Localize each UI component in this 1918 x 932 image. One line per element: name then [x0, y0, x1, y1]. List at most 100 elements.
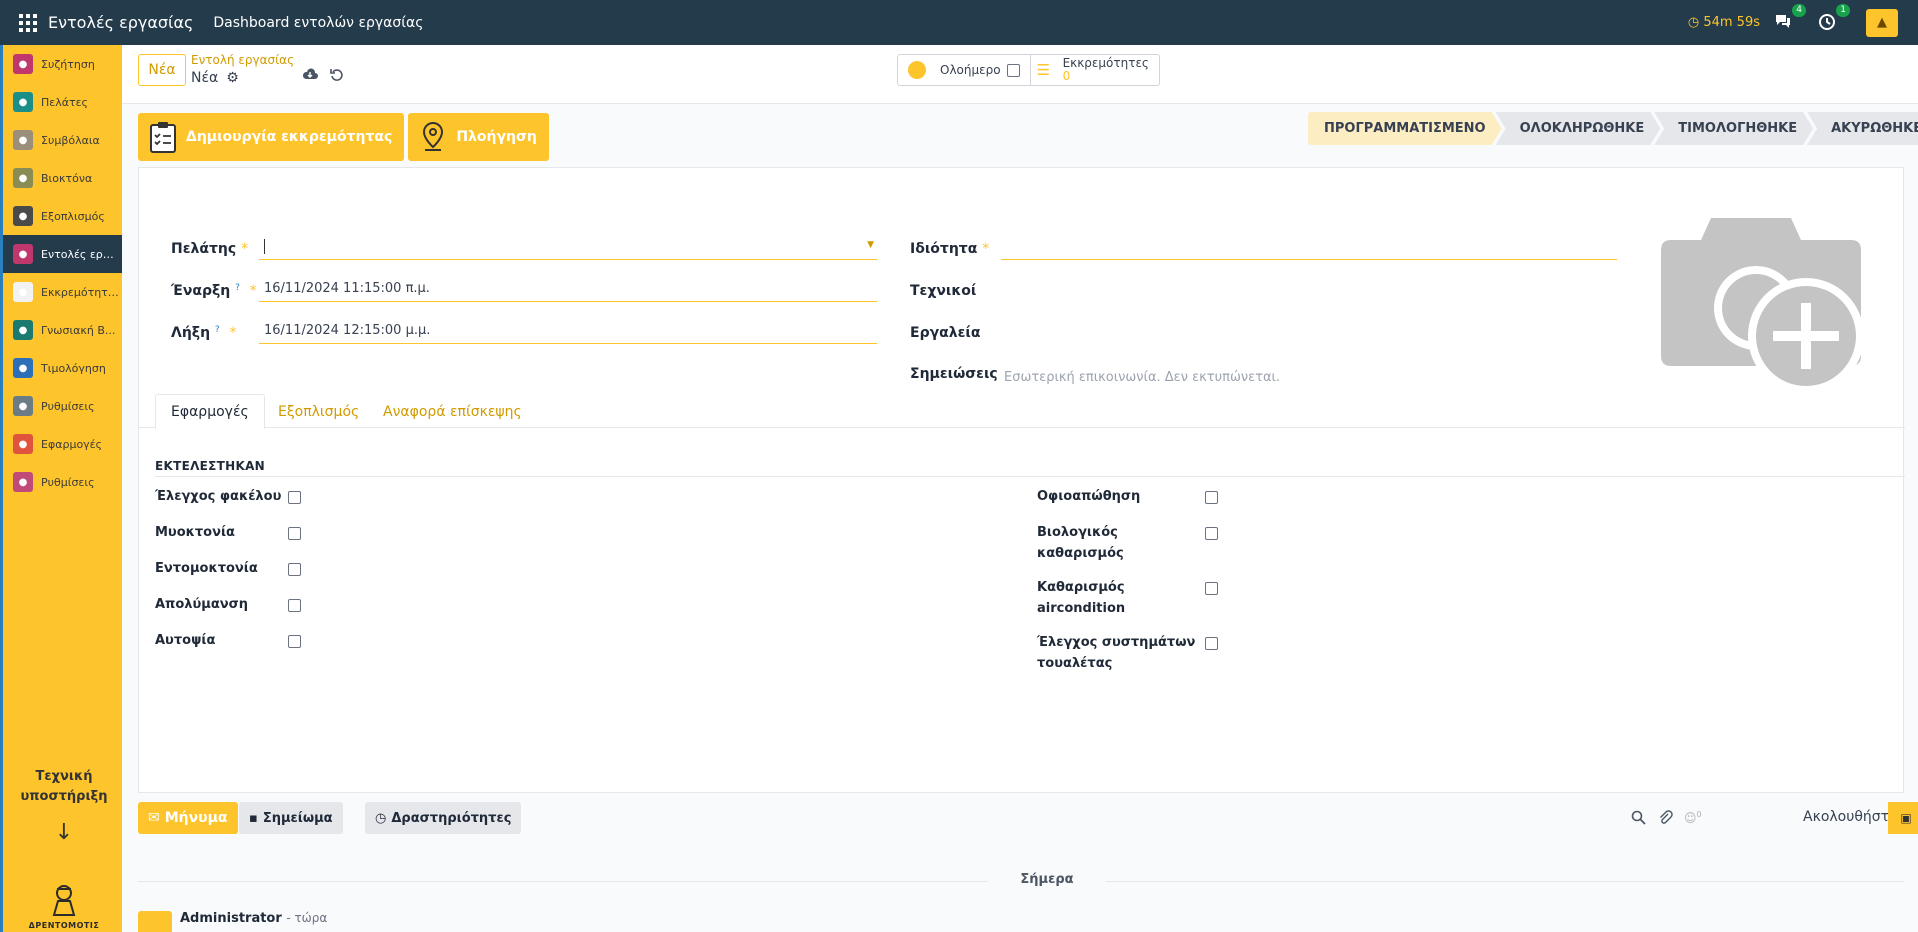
tools-label: Εργαλεία — [910, 325, 981, 341]
stage-completed[interactable]: ΟΛΟΚΛΗΡΩΘΗΚΕ — [1496, 112, 1661, 145]
messages-icon[interactable]: 4 — [1774, 3, 1806, 33]
all-day-toggle[interactable]: Ολοήμερο — [898, 55, 1031, 85]
user-avatar-button[interactable]: ▲ — [1866, 8, 1898, 37]
check-label-toilet-systems: Έλεγχος συστημάτων τουαλέτας — [1037, 635, 1196, 671]
form-sheet: Πελάτης * ▼ Έναρξη ? * 16/11/2024 11:15:… — [138, 167, 1905, 793]
check-disinfection-checkbox[interactable] — [288, 599, 301, 612]
activities-icon[interactable]: 1 — [1818, 3, 1850, 33]
check-inspection-checkbox[interactable] — [288, 635, 301, 648]
tab-equipment[interactable]: Εξοπλισμός — [263, 394, 374, 429]
tab-applications[interactable]: Εφαρμογές — [155, 394, 265, 429]
followers-icon[interactable]: ☺0 — [1684, 810, 1702, 825]
pending-smart-button[interactable]: ☰ Εκκρεμότητες 0 — [1031, 55, 1159, 85]
status-bar: ΠΡΟΓΡΑΜΜΑΤΙΣΜΕΝΟ ΟΛΟΚΛΗΡΩΘΗΚΕ ΤΙΜΟΛΟΓΗΘΗ… — [1308, 112, 1918, 145]
contracts-icon: ● — [13, 130, 33, 150]
sidebar-item-contracts[interactable]: ● Συμβόλαια — [3, 121, 122, 159]
navigate-label: Πλοήγηση — [456, 129, 537, 145]
check-rodent-checkbox[interactable] — [288, 527, 301, 540]
check-bio-cleaning-checkbox[interactable] — [1205, 527, 1218, 540]
search-icon[interactable] — [1631, 810, 1646, 829]
property-input[interactable] — [1001, 234, 1617, 260]
smart-buttons: Ολοήμερο ☰ Εκκρεμότητες 0 — [897, 54, 1160, 86]
timer[interactable]: ◷ 54m 59s — [1688, 15, 1760, 30]
activities-button[interactable]: ◷ Δραστηριότητες — [365, 802, 522, 834]
note-icon: ▪ — [249, 810, 258, 826]
check-toilet-systems-checkbox[interactable] — [1205, 637, 1218, 650]
arrow-down-icon: ↓ — [54, 820, 74, 845]
send-message-button[interactable]: ✉ Μήνυμα — [138, 802, 238, 834]
user-icon: ▲ — [1877, 15, 1887, 30]
sidebar-item-work-orders[interactable]: ● Εντολές εργ... — [3, 235, 122, 273]
apps-menu-icon[interactable] — [19, 13, 37, 32]
sidebar-item-label: Εκκρεμότητες — [41, 285, 119, 299]
stage-scheduled[interactable]: ΠΡΟΓΡΑΜΜΑΤΙΣΜΕΝΟ — [1308, 112, 1502, 145]
start-datetime-input[interactable]: 16/11/2024 11:15:00 π.μ. — [259, 276, 877, 302]
dashboard-menu-link[interactable]: Dashboard εντολών εργασίας — [213, 15, 423, 31]
add-photo-icon[interactable] — [1661, 218, 1864, 398]
start-label: Έναρξη ? * — [171, 283, 257, 299]
sidebar-item-apps[interactable]: ● Εφαρμογές — [3, 425, 122, 463]
all-day-checkbox[interactable] — [1006, 63, 1020, 77]
pending-icon: ● — [13, 282, 33, 302]
check-folder-checkbox[interactable] — [288, 491, 301, 504]
breadcrumb-parent[interactable]: Εντολή εργασίας — [191, 53, 294, 67]
support-line1: Τεχνική — [35, 769, 93, 784]
save-cloud-icon[interactable] — [302, 67, 318, 85]
follow-toggle-button[interactable]: ▣ — [1888, 802, 1918, 834]
check-snake-checkbox[interactable] — [1205, 491, 1218, 504]
stage-cancelled[interactable]: ΑΚΥΡΩΘΗΚΕ — [1807, 112, 1918, 145]
sidebar-item-invoicing[interactable]: ● Τιμολόγηση — [3, 349, 122, 387]
app-title[interactable]: Εντολές εργασίας — [48, 13, 193, 32]
sidebar-item-settings[interactable]: ● Ρυθμίσεις — [3, 463, 122, 501]
message-author: Administrator - τώρα — [180, 911, 327, 926]
calendar-icon: ▣ — [1900, 811, 1912, 825]
sidebar-item-label: Εντολές εργ... — [41, 247, 119, 261]
new-button[interactable]: Νέα — [138, 54, 186, 86]
notebook-tabs: Εφαρμογές Εξοπλισμός Αναφορά επίσκεψης — [139, 394, 1905, 429]
today-separator: Σήμερα — [1020, 872, 1074, 887]
navigate-button[interactable]: Πλοήγηση — [408, 113, 549, 161]
gear-icon[interactable]: ⚙ — [226, 70, 239, 86]
apps-icon: ● — [13, 434, 33, 454]
stage-invoiced[interactable]: ΤΙΜΟΛΟΓΗΘΗΚΕ — [1654, 112, 1813, 145]
sidebar-item-biocides[interactable]: ● Βιοκτόνα — [3, 159, 122, 197]
notes-input[interactable]: Εσωτερική επικοινωνία. Δεν εκτυπώνεται. — [1004, 370, 1616, 385]
sidebar-item-label: Ρυθμίσεις — [41, 399, 95, 413]
company-logo: ΔΡΕΝΤΟΜΟΤΙΣ — [23, 883, 105, 930]
technicians-input[interactable] — [1001, 276, 1617, 302]
sidebar-item-label: Βιοκτόνα — [41, 171, 93, 185]
support-label[interactable]: Τεχνική υποστήριξη — [3, 767, 125, 807]
sidebar-item-pending[interactable]: ● Εκκρεμότητες — [3, 273, 122, 311]
help-icon: ? — [214, 325, 220, 335]
divider-left — [138, 881, 988, 882]
end-datetime-input[interactable]: 16/11/2024 12:15:00 μ.μ. — [259, 318, 877, 344]
support-line2: υποστήριξη — [20, 789, 108, 804]
log-note-button[interactable]: ▪ Σημείωμα — [239, 802, 343, 834]
followers-count: 0 — [1696, 810, 1702, 819]
status-dot-icon — [908, 61, 926, 79]
sidebar-item-equipment[interactable]: ● Εξοπλισμός — [3, 197, 122, 235]
customer-input[interactable]: ▼ — [259, 234, 877, 260]
tools-input[interactable] — [1001, 318, 1617, 344]
sidebar-item-chat[interactable]: ● Συζήτηση — [3, 45, 122, 83]
timer-value: 54m 59s — [1703, 15, 1760, 30]
avatar[interactable] — [138, 911, 172, 932]
sidebar: ● Συζήτηση ● Πελάτες ● Συμβόλαια ● Βιοκτόνα ● Εξο… — [0, 45, 122, 932]
knowledge-icon: ● — [13, 320, 33, 340]
follow-button[interactable]: Ακολουθήστε — [1803, 809, 1897, 825]
create-pending-button[interactable]: Δημιουργία εκκρεμότητας — [138, 113, 405, 161]
check-ac-cleaning-checkbox[interactable] — [1205, 582, 1218, 595]
sidebar-item-label: Εξοπλισμός — [41, 209, 105, 223]
sidebar-item-customers[interactable]: ● Πελάτες — [3, 83, 122, 121]
paperclip-icon[interactable] — [1658, 810, 1673, 830]
help-icon: ? — [235, 283, 240, 293]
tab-visit-report[interactable]: Αναφορά επίσκεψης — [368, 394, 537, 429]
chevron-down-icon[interactable]: ▼ — [867, 240, 874, 250]
author-name[interactable]: Administrator — [180, 911, 282, 926]
sidebar-item-settings[interactable]: ● Ρυθμίσεις — [3, 387, 122, 425]
check-insect-checkbox[interactable] — [288, 563, 301, 576]
work-orders-icon: ● — [13, 244, 33, 264]
discard-undo-icon[interactable] — [330, 67, 344, 85]
sidebar-item-knowledge[interactable]: ● Γνωσιακή Β... — [3, 311, 122, 349]
check-label-rodent: Μυοκτονία — [155, 525, 235, 540]
